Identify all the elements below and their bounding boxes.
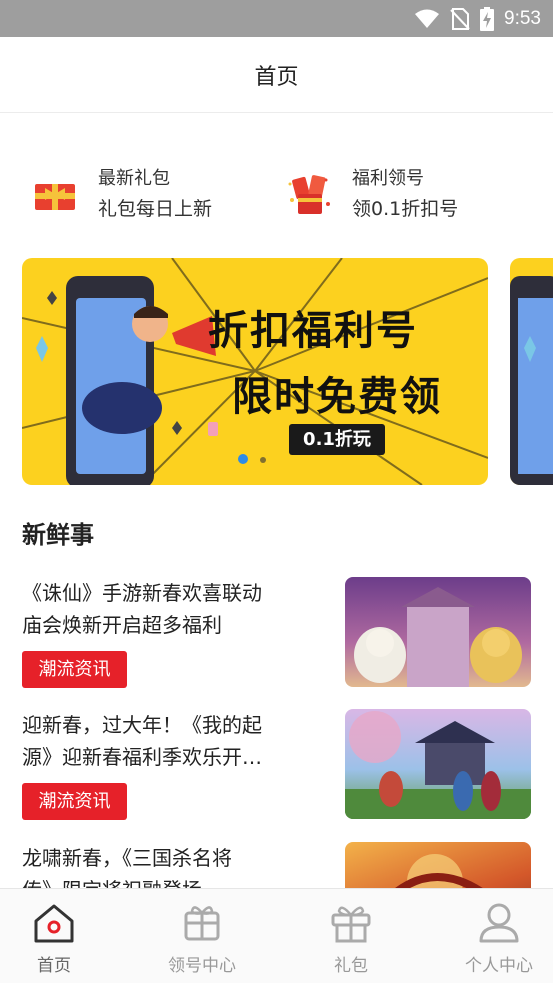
page-title: 首页 (254, 65, 299, 90)
bottom-tab-bar: 首页 领号中心 礼包 个人中心 (0, 888, 553, 983)
no-sim-icon (450, 7, 470, 30)
page-header: 首页 (0, 37, 553, 113)
home-icon (34, 904, 74, 943)
news-title: 《诛仙》手游新春欢喜联动 庙会焕新开启超多福利 (22, 581, 262, 637)
news-item[interactable]: 《诛仙》手游新春欢喜联动 庙会焕新开启超多福利 潮流资讯 (22, 577, 532, 689)
banner-dot (260, 457, 266, 463)
quick-entry-welfare-account[interactable]: 福利领号 领0.1折扣号 (284, 160, 458, 230)
news-thumbnail (345, 842, 531, 888)
wifi-icon (415, 9, 440, 28)
status-icons: 9:53 (414, 6, 541, 31)
tab-label: 礼包 (334, 956, 368, 976)
tab-home[interactable]: 首页 (0, 889, 123, 983)
banner-headline-2: 限时免费领 (232, 374, 442, 420)
battery-charging-icon (480, 6, 495, 31)
news-thumbnail (345, 709, 531, 819)
status-time: 9:53 (504, 7, 541, 29)
tab-label: 领号中心 (168, 956, 236, 976)
quick-entry-latest-gift[interactable]: 最新礼包 礼包每日上新 (30, 160, 212, 230)
news-thumbnail (345, 577, 531, 687)
news-title: 龙啸新春，《三国杀名将 传》限定将祝融登场 (22, 846, 232, 888)
promo-banner[interactable]: 折扣福利号 限时免费领 (22, 258, 488, 485)
red-envelopes-icon (284, 170, 334, 220)
tab-label: 个人中心 (465, 956, 533, 976)
red-gift-box-icon (30, 170, 80, 220)
gift-card-icon (184, 906, 220, 941)
section-title-news: 新鲜事 (22, 521, 94, 549)
tab-label: 首页 (37, 956, 71, 976)
gift-box-icon (331, 906, 371, 943)
quick-entry-subtitle: 领0.1折扣号 (352, 198, 459, 220)
status-bar: 9:53 (0, 0, 553, 37)
quick-entry-title: 最新礼包 (98, 168, 170, 189)
quick-entry-title: 福利领号 (352, 168, 424, 189)
quick-entry-subtitle: 礼包每日上新 (98, 198, 213, 220)
user-icon (479, 903, 519, 943)
news-title: 迎新春，过大年！《我的起 源》迎新春福利季欢乐开… (22, 713, 262, 769)
news-category-tag: 潮流资讯 (22, 651, 127, 688)
banner-tag: 0.1折玩 (289, 424, 385, 455)
tab-gift[interactable]: 礼包 (282, 889, 420, 983)
news-item[interactable]: 龙啸新春，《三国杀名将 传》限定将祝融登场 (22, 842, 532, 888)
banner-dot-active (238, 454, 248, 464)
news-category-tag: 潮流资讯 (22, 783, 127, 820)
news-item[interactable]: 迎新春，过大年！《我的起 源》迎新春福利季欢乐开… 潮流资讯 (22, 709, 532, 821)
tab-profile[interactable]: 个人中心 (430, 889, 553, 983)
banner-headline-1: 折扣福利号 (208, 308, 418, 354)
next-banner-preview[interactable] (510, 258, 553, 485)
tab-account-center[interactable]: 领号中心 (133, 889, 271, 983)
